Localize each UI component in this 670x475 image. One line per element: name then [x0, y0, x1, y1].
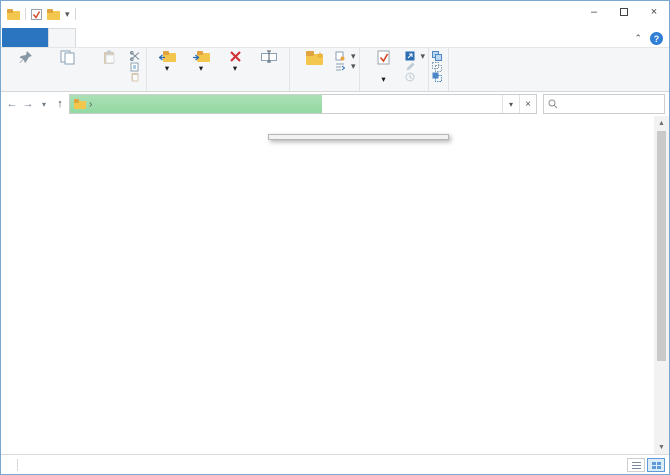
scroll-down-icon[interactable]: ▼	[654, 440, 669, 454]
paste-icon	[102, 50, 117, 65]
search-input[interactable]	[562, 99, 660, 110]
ribbon-group-organize: ▾ ▾ ▾	[147, 48, 290, 91]
group-label-select	[432, 83, 445, 92]
details-view-button[interactable]	[627, 458, 645, 472]
new-folder-quick-icon[interactable]	[47, 9, 60, 20]
copy-to-icon	[193, 50, 210, 63]
main-area: ▲ ▼	[1, 116, 669, 454]
recent-locations-chevron-icon[interactable]: ▾	[37, 100, 51, 109]
new-folder-button[interactable]	[293, 49, 335, 66]
title-bar: ▾ – ×	[1, 1, 669, 27]
window-controls: – ×	[579, 1, 669, 23]
open-button[interactable]: ▾	[405, 51, 426, 62]
select-all-icon	[432, 51, 442, 61]
copy-path-button[interactable]	[130, 62, 143, 73]
new-item-button[interactable]: ▾	[335, 51, 356, 62]
select-none-icon	[432, 62, 442, 72]
history-button[interactable]	[405, 72, 426, 83]
select-all-button[interactable]	[432, 51, 445, 62]
navigation-pane	[1, 116, 105, 454]
ribbon-group-select	[429, 48, 449, 91]
history-clock-icon	[405, 72, 415, 82]
cancel-refresh-icon[interactable]: ×	[519, 95, 536, 113]
ribbon-group-clipboard	[1, 48, 147, 91]
paste-button[interactable]	[88, 49, 130, 66]
move-to-button[interactable]: ▾	[150, 49, 184, 73]
copy-button[interactable]	[46, 49, 88, 66]
maximize-button[interactable]	[609, 1, 639, 23]
invert-selection-icon	[432, 72, 442, 82]
paste-shortcut-button[interactable]	[130, 72, 143, 83]
tab-home[interactable]	[48, 28, 76, 47]
paste-shortcut-icon	[130, 72, 140, 82]
vertical-scrollbar[interactable]: ▲ ▼	[654, 116, 669, 454]
divider	[17, 459, 18, 471]
address-row: ← → ▾ ↑ › ▾ ×	[1, 92, 669, 116]
up-icon[interactable]: ↑	[53, 98, 67, 110]
new-item-icon	[335, 51, 345, 61]
ribbon-group-new: ▾ ▾	[290, 48, 360, 91]
help-icon[interactable]: ?	[650, 32, 663, 45]
divider	[75, 8, 76, 20]
new-folder-icon	[305, 50, 324, 65]
address-bar[interactable]: › ▾ ×	[69, 94, 537, 114]
open-icon	[405, 51, 415, 61]
properties-icon	[376, 50, 391, 65]
scissors-icon	[130, 51, 140, 61]
breadcrumb-folder-icon	[74, 99, 86, 109]
search-icon	[548, 99, 558, 109]
context-menu	[268, 134, 449, 140]
group-label-organize	[150, 80, 286, 91]
window-folder-icon	[7, 9, 20, 20]
rename-button[interactable]	[252, 49, 286, 64]
group-label-clipboard	[4, 83, 143, 92]
cut-button[interactable]	[130, 51, 143, 62]
select-none-button[interactable]	[432, 62, 445, 73]
address-dropdown-chevron-icon[interactable]: ▾	[502, 95, 519, 113]
rename-icon	[261, 50, 277, 63]
ribbon-tab-row: ⌃ ?	[1, 27, 669, 48]
group-label-open	[363, 83, 426, 91]
easy-access-icon	[335, 62, 345, 72]
pin-icon	[18, 50, 33, 65]
easy-access-button[interactable]: ▾	[335, 62, 356, 73]
forward-icon[interactable]: →	[21, 98, 35, 110]
breadcrumb: ›	[70, 99, 92, 110]
ribbon-group-open: ▾ ▾	[360, 48, 430, 91]
invert-selection-button[interactable]	[432, 72, 445, 83]
status-bar	[1, 454, 669, 474]
copy-path-icon	[130, 62, 140, 72]
minimize-ribbon-icon[interactable]: ⌃	[634, 33, 642, 44]
scroll-up-icon[interactable]: ▲	[654, 116, 669, 130]
divider	[25, 8, 26, 20]
address-progress-fill	[70, 95, 322, 113]
copy-to-button[interactable]: ▾	[184, 49, 218, 73]
properties-quick-icon[interactable]	[31, 9, 42, 20]
group-label-new	[293, 80, 356, 91]
customize-qat-chevron-icon[interactable]: ▾	[65, 9, 70, 20]
quick-access-toolbar: ▾	[7, 8, 76, 20]
tab-view[interactable]	[102, 28, 128, 47]
tab-share[interactable]	[76, 28, 102, 47]
edit-pencil-icon	[405, 62, 415, 72]
ribbon: ▾ ▾ ▾	[1, 48, 669, 92]
scrollbar-thumb[interactable]	[657, 131, 666, 361]
explorer-window: ▾ – × ⌃ ?	[0, 0, 670, 475]
delete-button[interactable]: ▾	[218, 49, 252, 73]
edit-button[interactable]	[405, 62, 426, 73]
pin-to-quick-access-button[interactable]	[4, 49, 46, 66]
file-list	[105, 116, 654, 454]
properties-button[interactable]: ▾	[363, 49, 405, 83]
tab-file[interactable]	[2, 28, 48, 47]
search-box[interactable]	[543, 94, 665, 114]
copy-icon	[60, 50, 75, 65]
thumbnail-view-button[interactable]	[647, 458, 665, 472]
delete-x-icon	[229, 50, 242, 63]
minimize-button[interactable]: –	[579, 1, 609, 23]
move-to-icon	[159, 50, 176, 63]
back-icon[interactable]: ←	[5, 98, 19, 110]
close-button[interactable]: ×	[639, 1, 669, 23]
